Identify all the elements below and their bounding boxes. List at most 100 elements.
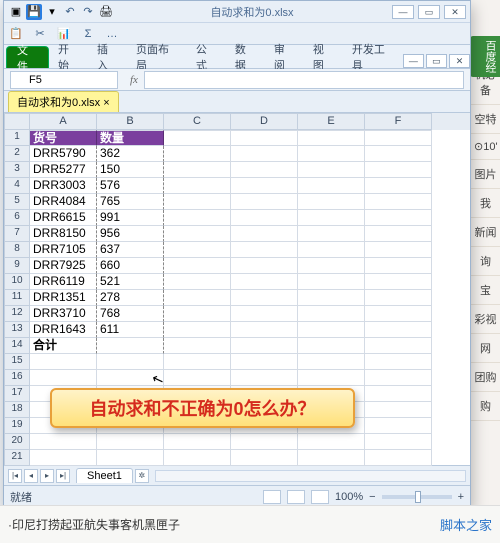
cell[interactable] <box>164 354 231 370</box>
cell[interactable] <box>365 306 432 322</box>
cell[interactable]: 956 <box>97 226 164 242</box>
view-layout-icon[interactable] <box>287 490 305 504</box>
row-header[interactable]: 10 <box>4 274 30 290</box>
cell[interactable]: DRR6615 <box>30 210 97 226</box>
cell[interactable] <box>164 242 231 258</box>
row-header[interactable]: 19 <box>4 418 30 434</box>
cell[interactable] <box>298 242 365 258</box>
cell[interactable] <box>164 130 231 146</box>
cell[interactable] <box>164 338 231 354</box>
cell[interactable] <box>231 450 298 466</box>
cell[interactable] <box>231 306 298 322</box>
cell[interactable] <box>231 130 298 146</box>
tab-data[interactable]: 数据 <box>226 46 265 68</box>
workbook-tab[interactable]: 自动求和为0.xlsx × <box>8 91 119 112</box>
row-header[interactable]: 5 <box>4 194 30 210</box>
cell[interactable]: 150 <box>97 162 164 178</box>
cell[interactable] <box>365 258 432 274</box>
cell[interactable]: 278 <box>97 290 164 306</box>
col-header[interactable]: F <box>365 113 432 130</box>
cell[interactable] <box>298 178 365 194</box>
cell[interactable] <box>365 290 432 306</box>
cell[interactable]: DRR6119 <box>30 274 97 290</box>
cell[interactable] <box>298 162 365 178</box>
cell[interactable] <box>231 322 298 338</box>
cell[interactable] <box>164 370 231 386</box>
print-icon[interactable]: 🖨 <box>98 4 114 20</box>
side-nav-item[interactable]: 购 <box>471 392 500 421</box>
sheet-nav-last[interactable]: ▸| <box>56 469 70 483</box>
row-header[interactable]: 12 <box>4 306 30 322</box>
cell[interactable] <box>298 130 365 146</box>
sheet-nav-next[interactable]: ▸ <box>40 469 54 483</box>
header-cell[interactable]: 货号 <box>30 130 97 146</box>
row-header[interactable]: 6 <box>4 210 30 226</box>
cell[interactable] <box>231 354 298 370</box>
side-nav-item[interactable]: 团购 <box>471 363 500 392</box>
side-tab[interactable]: 百度经 <box>470 36 500 77</box>
cell[interactable] <box>30 434 97 450</box>
cell[interactable] <box>365 370 432 386</box>
row-header[interactable]: 17 <box>4 386 30 402</box>
horizontal-scrollbar[interactable] <box>155 470 466 482</box>
cell[interactable] <box>97 434 164 450</box>
zoom-in-button[interactable]: + <box>458 491 464 503</box>
cell[interactable] <box>97 354 164 370</box>
cell[interactable] <box>231 434 298 450</box>
redo-icon[interactable]: ↷ <box>80 4 96 20</box>
cell[interactable] <box>298 226 365 242</box>
cell[interactable]: DRR3003 <box>30 178 97 194</box>
undo-icon[interactable]: ↶ <box>62 4 78 20</box>
cell[interactable] <box>231 370 298 386</box>
cell[interactable] <box>231 146 298 162</box>
cell[interactable] <box>365 226 432 242</box>
cell[interactable] <box>97 450 164 466</box>
cell[interactable] <box>298 370 365 386</box>
cell[interactable] <box>164 434 231 450</box>
cell[interactable]: DRR7925 <box>30 258 97 274</box>
cell[interactable] <box>365 130 432 146</box>
tab-dev[interactable]: 开发工具 <box>343 46 403 68</box>
zoom-percent[interactable]: 100% <box>335 491 363 503</box>
cell[interactable] <box>231 162 298 178</box>
cell[interactable] <box>365 162 432 178</box>
cell[interactable] <box>365 178 432 194</box>
cell[interactable] <box>231 274 298 290</box>
cell[interactable] <box>164 226 231 242</box>
cell[interactable] <box>298 146 365 162</box>
cell[interactable] <box>365 322 432 338</box>
cell[interactable]: 637 <box>97 242 164 258</box>
side-nav-item[interactable]: 空特 <box>471 105 500 134</box>
view-break-icon[interactable] <box>311 490 329 504</box>
cell[interactable] <box>298 306 365 322</box>
more-icon[interactable]: … <box>104 26 120 42</box>
cell[interactable] <box>30 354 97 370</box>
cell[interactable] <box>164 290 231 306</box>
cell[interactable] <box>298 450 365 466</box>
formula-input[interactable] <box>144 71 464 89</box>
col-header[interactable]: D <box>231 113 298 130</box>
cell[interactable] <box>298 434 365 450</box>
select-all-corner[interactable] <box>4 113 30 130</box>
sheet-nav-first[interactable]: |◂ <box>8 469 22 483</box>
close-button[interactable]: ✕ <box>444 5 466 19</box>
cell[interactable] <box>298 210 365 226</box>
row-header[interactable]: 21 <box>4 450 30 466</box>
cell[interactable] <box>164 194 231 210</box>
cell[interactable] <box>298 194 365 210</box>
cell[interactable] <box>164 210 231 226</box>
cell[interactable] <box>164 258 231 274</box>
cell[interactable] <box>365 210 432 226</box>
cell[interactable]: 660 <box>97 258 164 274</box>
header-cell[interactable]: 数量 <box>97 130 164 146</box>
cell[interactable] <box>164 274 231 290</box>
cell[interactable] <box>365 450 432 466</box>
cell[interactable]: 521 <box>97 274 164 290</box>
cell[interactable] <box>164 306 231 322</box>
cell[interactable] <box>365 338 432 354</box>
side-nav-item[interactable]: 新闻 <box>471 218 500 247</box>
row-header[interactable]: 20 <box>4 434 30 450</box>
cell[interactable] <box>231 290 298 306</box>
row-header[interactable]: 8 <box>4 242 30 258</box>
save-icon[interactable]: 💾 <box>26 4 42 20</box>
